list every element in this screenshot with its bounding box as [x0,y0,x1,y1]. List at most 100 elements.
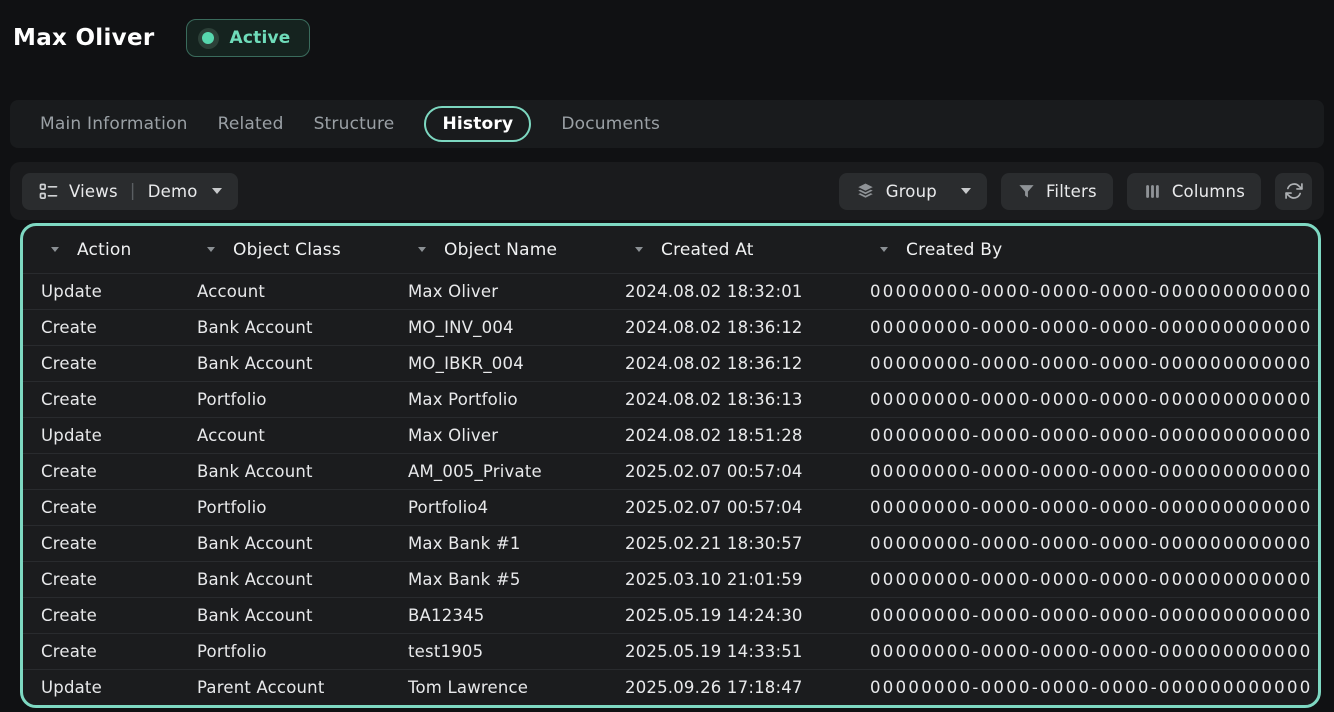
cell-created-at: 2025.02.07 00:57:04 [607,462,852,481]
refresh-icon [1284,181,1304,201]
chevron-down-icon [212,188,222,194]
filters-label: Filters [1046,182,1097,201]
column-caret-down-icon[interactable] [418,247,426,252]
cell-object-name: Max Oliver [390,426,607,445]
views-list-icon [38,181,59,202]
filters-button[interactable]: Filters [1001,173,1113,210]
cell-object-name: AM_005_Private [390,462,607,481]
column-caret-down-icon[interactable] [51,247,59,252]
toolbar-right-group: Group Filters Columns [839,173,1312,210]
cell-object-name: MO_IBKR_004 [390,354,607,373]
history-table: Action Object Class Object Name Created At C… [20,223,1321,708]
table-row[interactable]: CreateBank AccountMax Bank #12025.02.21 … [23,525,1318,561]
cell-created-at: 2025.09.26 17:18:47 [607,678,852,697]
column-caret-down-icon[interactable] [880,247,888,252]
column-label: Object Name [444,240,557,260]
cell-created-at: 2025.05.19 14:24:30 [607,606,852,625]
cell-object-class: Account [179,282,390,301]
columns-label: Columns [1172,182,1245,201]
cell-created-by: 00000000-0000-0000-0000-000000000000 [852,498,1318,517]
cell-created-at: 2024.08.02 18:36:13 [607,390,852,409]
cell-created-by: 00000000-0000-0000-0000-000000000000 [852,390,1318,409]
cell-created-by: 00000000-0000-0000-0000-000000000000 [852,462,1318,481]
cell-created-at: 2024.08.02 18:36:12 [607,354,852,373]
tab-related[interactable]: Related [218,107,284,141]
cell-object-class: Bank Account [179,318,390,337]
table-body: UpdateAccountMax Oliver2024.08.02 18:32:… [23,273,1318,705]
table-row[interactable]: CreatePortfolioPortfolio42025.02.07 00:5… [23,489,1318,525]
cell-action: Create [23,354,179,373]
cell-action: Create [23,390,179,409]
columns-button[interactable]: Columns [1127,173,1261,210]
table-row[interactable]: CreateBank AccountMax Bank #52025.03.10 … [23,561,1318,597]
toolbar: Views | Demo Group Filters [10,162,1324,220]
tab-documents[interactable]: Documents [561,107,660,141]
cell-created-by: 00000000-0000-0000-0000-000000000000 [852,678,1318,697]
column-caret-down-icon[interactable] [207,247,215,252]
cell-action: Update [23,282,179,301]
status-dot-icon [198,28,219,49]
column-header-object-name[interactable]: Object Name [390,240,607,260]
column-header-created-at[interactable]: Created At [607,240,852,260]
column-header-object-class[interactable]: Object Class [179,240,390,260]
cell-created-by: 00000000-0000-0000-0000-000000000000 [852,534,1318,553]
table-row[interactable]: CreateBank AccountAM_005_Private2025.02.… [23,453,1318,489]
cell-action: Create [23,534,179,553]
cell-object-class: Portfolio [179,390,390,409]
tab-main-information[interactable]: Main Information [40,107,188,141]
cell-object-class: Parent Account [179,678,390,697]
cell-created-at: 2024.08.02 18:32:01 [607,282,852,301]
table-row[interactable]: UpdateParent AccountTom Lawrence2025.09.… [23,669,1318,705]
cell-object-class: Portfolio [179,642,390,661]
table-row[interactable]: CreatePortfoliotest19052025.05.19 14:33:… [23,633,1318,669]
cell-object-name: BA12345 [390,606,607,625]
table-row[interactable]: CreateBank AccountMO_IBKR_0042024.08.02 … [23,345,1318,381]
views-selector-button[interactable]: Views | Demo [22,173,238,210]
cell-object-name: Max Bank #5 [390,570,607,589]
cell-action: Create [23,498,179,517]
cell-created-by: 00000000-0000-0000-0000-000000000000 [852,318,1318,337]
cell-object-class: Bank Account [179,534,390,553]
table-header-row: Action Object Class Object Name Created At C… [23,226,1318,273]
tab-structure[interactable]: Structure [314,107,395,141]
table-row[interactable]: UpdateAccountMax Oliver2024.08.02 18:32:… [23,273,1318,309]
views-label: Views [69,182,118,201]
cell-created-by: 00000000-0000-0000-0000-000000000000 [852,426,1318,445]
column-header-created-by[interactable]: Created By [852,240,1318,260]
table-row[interactable]: CreatePortfolioMax Portfolio2024.08.02 1… [23,381,1318,417]
chevron-down-icon [961,188,971,194]
cell-object-class: Bank Account [179,462,390,481]
cell-action: Create [23,318,179,337]
cell-created-by: 00000000-0000-0000-0000-000000000000 [852,642,1318,661]
table-row[interactable]: CreateBank AccountMO_INV_0042024.08.02 1… [23,309,1318,345]
cell-object-name: Max Oliver [390,282,607,301]
group-label: Group [886,182,937,201]
cell-created-at: 2025.03.10 21:01:59 [607,570,852,589]
layers-icon [855,181,876,202]
table-row[interactable]: UpdateAccountMax Oliver2024.08.02 18:51:… [23,417,1318,453]
cell-action: Create [23,642,179,661]
cell-created-at: 2025.02.07 00:57:04 [607,498,852,517]
cell-created-at: 2024.08.02 18:51:28 [607,426,852,445]
column-label: Object Class [233,240,341,260]
cell-object-class: Account [179,426,390,445]
page-title: Max Oliver [13,25,155,51]
column-header-action[interactable]: Action [23,240,179,260]
cell-action: Update [23,426,179,445]
column-label: Action [77,240,131,260]
cell-created-at: 2025.02.21 18:30:57 [607,534,852,553]
cell-object-class: Bank Account [179,354,390,373]
cell-object-name: MO_INV_004 [390,318,607,337]
group-button[interactable]: Group [839,173,987,210]
table-row[interactable]: CreateBank AccountBA123452025.05.19 14:2… [23,597,1318,633]
cell-action: Update [23,678,179,697]
tab-history[interactable]: History [424,106,531,142]
column-caret-down-icon[interactable] [635,247,643,252]
cell-action: Create [23,606,179,625]
cell-object-class: Bank Account [179,606,390,625]
columns-icon [1143,182,1162,201]
cell-object-name: Portfolio4 [390,498,607,517]
refresh-button[interactable] [1275,173,1312,210]
column-label: Created By [906,240,1002,260]
cell-object-name: Tom Lawrence [390,678,607,697]
